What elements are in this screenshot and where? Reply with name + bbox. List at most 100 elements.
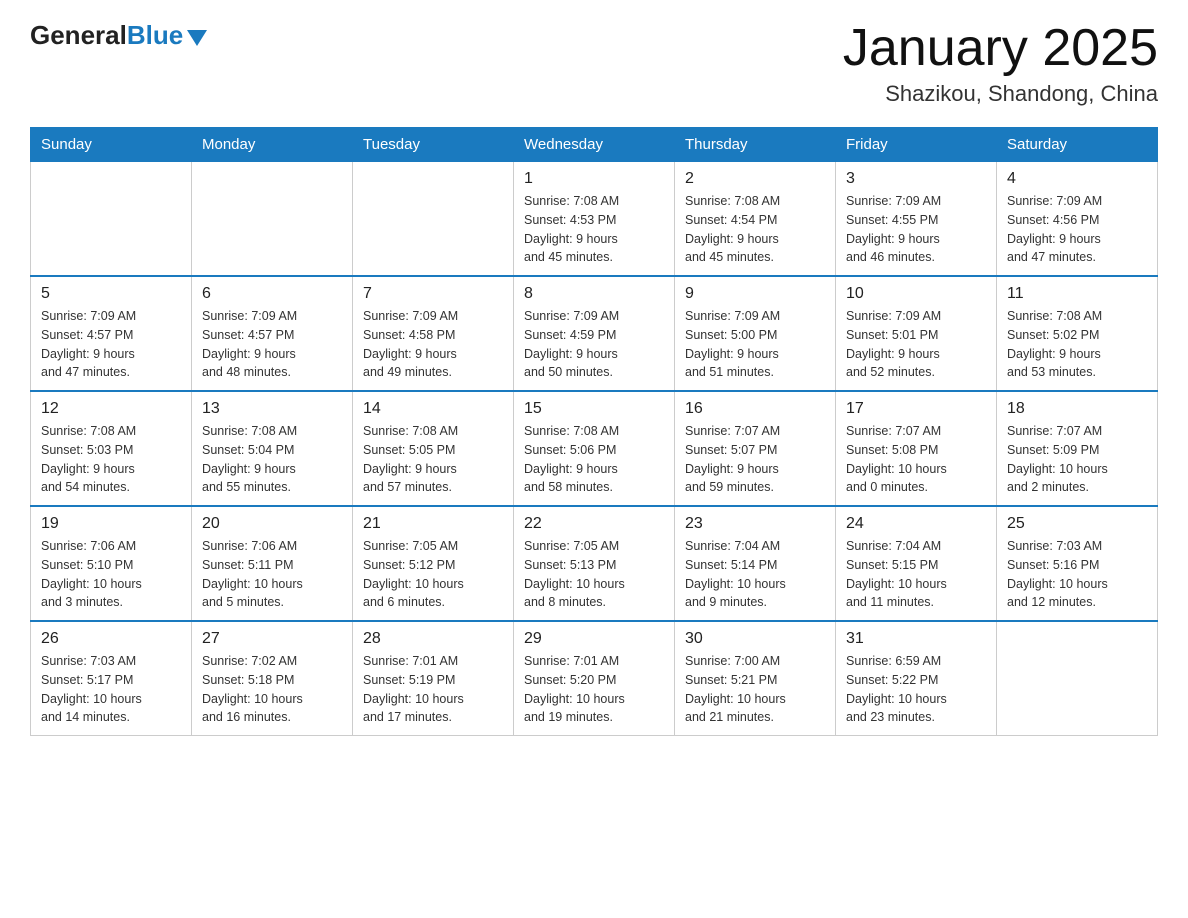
day-number: 25 bbox=[1007, 515, 1147, 533]
day-number: 3 bbox=[846, 170, 986, 188]
calendar-cell: 28 Sunrise: 7:01 AM Sunset: 5:19 PM Dayli… bbox=[353, 621, 514, 736]
day-info: Sunrise: 7:08 AM Sunset: 4:53 PM Dayligh… bbox=[524, 192, 664, 267]
day-number: 9 bbox=[685, 285, 825, 303]
calendar-cell: 30 Sunrise: 7:00 AM Sunset: 5:21 PM Dayli… bbox=[675, 621, 836, 736]
day-number: 22 bbox=[524, 515, 664, 533]
day-info: Sunrise: 7:06 AM Sunset: 5:10 PM Dayligh… bbox=[41, 537, 181, 612]
header-day-saturday: Saturday bbox=[997, 128, 1158, 162]
day-info: Sunrise: 7:04 AM Sunset: 5:14 PM Dayligh… bbox=[685, 537, 825, 612]
day-info: Sunrise: 7:05 AM Sunset: 5:13 PM Dayligh… bbox=[524, 537, 664, 612]
day-number: 13 bbox=[202, 400, 342, 418]
calendar-cell: 1 Sunrise: 7:08 AM Sunset: 4:53 PM Daylig… bbox=[514, 162, 675, 277]
header-day-sunday: Sunday bbox=[31, 128, 192, 162]
day-info: Sunrise: 7:08 AM Sunset: 5:03 PM Dayligh… bbox=[41, 422, 181, 497]
logo-blue-part: Blue bbox=[127, 20, 207, 51]
calendar-cell: 23 Sunrise: 7:04 AM Sunset: 5:14 PM Dayli… bbox=[675, 506, 836, 621]
calendar-table: SundayMondayTuesdayWednesdayThursdayFrid… bbox=[30, 127, 1158, 736]
calendar-cell: 9 Sunrise: 7:09 AM Sunset: 5:00 PM Daylig… bbox=[675, 276, 836, 391]
day-info: Sunrise: 7:09 AM Sunset: 4:55 PM Dayligh… bbox=[846, 192, 986, 267]
calendar-cell: 2 Sunrise: 7:08 AM Sunset: 4:54 PM Daylig… bbox=[675, 162, 836, 277]
calendar-cell: 26 Sunrise: 7:03 AM Sunset: 5:17 PM Dayli… bbox=[31, 621, 192, 736]
day-number: 18 bbox=[1007, 400, 1147, 418]
calendar-cell: 10 Sunrise: 7:09 AM Sunset: 5:01 PM Dayli… bbox=[836, 276, 997, 391]
calendar-cell: 15Sunrise: 7:08 AM Sunset: 5:06 PM Dayli… bbox=[514, 391, 675, 506]
calendar-cell: 20 Sunrise: 7:06 AM Sunset: 5:11 PM Dayli… bbox=[192, 506, 353, 621]
day-info: Sunrise: 7:08 AM Sunset: 5:04 PM Dayligh… bbox=[202, 422, 342, 497]
calendar-cell: 3 Sunrise: 7:09 AM Sunset: 4:55 PM Daylig… bbox=[836, 162, 997, 277]
day-number: 21 bbox=[363, 515, 503, 533]
day-number: 23 bbox=[685, 515, 825, 533]
day-number: 14 bbox=[363, 400, 503, 418]
day-number: 20 bbox=[202, 515, 342, 533]
week-row-2: 5 Sunrise: 7:09 AM Sunset: 4:57 PM Daylig… bbox=[31, 276, 1158, 391]
calendar-cell: 29 Sunrise: 7:01 AM Sunset: 5:20 PM Dayli… bbox=[514, 621, 675, 736]
day-number: 27 bbox=[202, 630, 342, 648]
day-number: 7 bbox=[363, 285, 503, 303]
day-number: 4 bbox=[1007, 170, 1147, 188]
day-info: Sunrise: 7:08 AM Sunset: 5:05 PM Dayligh… bbox=[363, 422, 503, 497]
day-number: 30 bbox=[685, 630, 825, 648]
day-info: Sunrise: 7:01 AM Sunset: 5:19 PM Dayligh… bbox=[363, 652, 503, 727]
day-info: Sunrise: 7:03 AM Sunset: 5:17 PM Dayligh… bbox=[41, 652, 181, 727]
calendar-cell: 8Sunrise: 7:09 AM Sunset: 4:59 PM Daylig… bbox=[514, 276, 675, 391]
logo-triangle-icon bbox=[187, 30, 207, 46]
calendar-cell bbox=[353, 162, 514, 277]
day-info: Sunrise: 7:04 AM Sunset: 5:15 PM Dayligh… bbox=[846, 537, 986, 612]
calendar-cell bbox=[997, 621, 1158, 736]
calendar-cell: 27 Sunrise: 7:02 AM Sunset: 5:18 PM Dayli… bbox=[192, 621, 353, 736]
logo: General Blue bbox=[30, 20, 207, 51]
title-section: January 2025 Shazikou, Shandong, China bbox=[843, 20, 1158, 107]
week-row-3: 12 Sunrise: 7:08 AM Sunset: 5:03 PM Dayli… bbox=[31, 391, 1158, 506]
day-info: Sunrise: 7:09 AM Sunset: 4:56 PM Dayligh… bbox=[1007, 192, 1147, 267]
day-info: Sunrise: 7:06 AM Sunset: 5:11 PM Dayligh… bbox=[202, 537, 342, 612]
day-info: Sunrise: 7:09 AM Sunset: 5:01 PM Dayligh… bbox=[846, 307, 986, 382]
day-info: Sunrise: 7:03 AM Sunset: 5:16 PM Dayligh… bbox=[1007, 537, 1147, 612]
day-number: 29 bbox=[524, 630, 664, 648]
calendar-cell: 16Sunrise: 7:07 AM Sunset: 5:07 PM Dayli… bbox=[675, 391, 836, 506]
logo-blue-text: Blue bbox=[127, 20, 183, 51]
calendar-cell: 31 Sunrise: 6:59 AM Sunset: 5:22 PM Dayli… bbox=[836, 621, 997, 736]
calendar-cell: 11Sunrise: 7:08 AM Sunset: 5:02 PM Dayli… bbox=[997, 276, 1158, 391]
day-info: Sunrise: 7:09 AM Sunset: 5:00 PM Dayligh… bbox=[685, 307, 825, 382]
day-info: Sunrise: 7:09 AM Sunset: 4:57 PM Dayligh… bbox=[202, 307, 342, 382]
day-info: Sunrise: 7:02 AM Sunset: 5:18 PM Dayligh… bbox=[202, 652, 342, 727]
calendar-cell: 13 Sunrise: 7:08 AM Sunset: 5:04 PM Dayli… bbox=[192, 391, 353, 506]
day-info: Sunrise: 7:05 AM Sunset: 5:12 PM Dayligh… bbox=[363, 537, 503, 612]
day-info: Sunrise: 7:07 AM Sunset: 5:08 PM Dayligh… bbox=[846, 422, 986, 497]
day-number: 31 bbox=[846, 630, 986, 648]
calendar-title: January 2025 bbox=[843, 20, 1158, 77]
calendar-cell bbox=[192, 162, 353, 277]
week-row-4: 19 Sunrise: 7:06 AM Sunset: 5:10 PM Dayli… bbox=[31, 506, 1158, 621]
header-day-monday: Monday bbox=[192, 128, 353, 162]
day-info: Sunrise: 7:08 AM Sunset: 5:02 PM Dayligh… bbox=[1007, 307, 1147, 382]
day-info: Sunrise: 7:08 AM Sunset: 4:54 PM Dayligh… bbox=[685, 192, 825, 267]
calendar-cell: 4 Sunrise: 7:09 AM Sunset: 4:56 PM Daylig… bbox=[997, 162, 1158, 277]
calendar-cell: 12 Sunrise: 7:08 AM Sunset: 5:03 PM Dayli… bbox=[31, 391, 192, 506]
header-day-friday: Friday bbox=[836, 128, 997, 162]
calendar-cell: 14 Sunrise: 7:08 AM Sunset: 5:05 PM Dayli… bbox=[353, 391, 514, 506]
day-info: Sunrise: 7:09 AM Sunset: 4:57 PM Dayligh… bbox=[41, 307, 181, 382]
day-number: 28 bbox=[363, 630, 503, 648]
calendar-cell: 17Sunrise: 7:07 AM Sunset: 5:08 PM Dayli… bbox=[836, 391, 997, 506]
calendar-cell: 24Sunrise: 7:04 AM Sunset: 5:15 PM Dayli… bbox=[836, 506, 997, 621]
week-row-1: 1 Sunrise: 7:08 AM Sunset: 4:53 PM Daylig… bbox=[31, 162, 1158, 277]
calendar-cell: 19 Sunrise: 7:06 AM Sunset: 5:10 PM Dayli… bbox=[31, 506, 192, 621]
header-day-thursday: Thursday bbox=[675, 128, 836, 162]
day-info: Sunrise: 7:09 AM Sunset: 4:59 PM Dayligh… bbox=[524, 307, 664, 382]
calendar-cell: 25 Sunrise: 7:03 AM Sunset: 5:16 PM Dayli… bbox=[997, 506, 1158, 621]
day-info: Sunrise: 7:01 AM Sunset: 5:20 PM Dayligh… bbox=[524, 652, 664, 727]
calendar-cell: 6Sunrise: 7:09 AM Sunset: 4:57 PM Daylig… bbox=[192, 276, 353, 391]
calendar-cell: 18Sunrise: 7:07 AM Sunset: 5:09 PM Dayli… bbox=[997, 391, 1158, 506]
header-row: SundayMondayTuesdayWednesdayThursdayFrid… bbox=[31, 128, 1158, 162]
day-number: 12 bbox=[41, 400, 181, 418]
day-number: 26 bbox=[41, 630, 181, 648]
day-number: 10 bbox=[846, 285, 986, 303]
day-info: Sunrise: 7:00 AM Sunset: 5:21 PM Dayligh… bbox=[685, 652, 825, 727]
day-number: 2 bbox=[685, 170, 825, 188]
day-number: 19 bbox=[41, 515, 181, 533]
header-day-tuesday: Tuesday bbox=[353, 128, 514, 162]
day-number: 5 bbox=[41, 285, 181, 303]
day-info: Sunrise: 6:59 AM Sunset: 5:22 PM Dayligh… bbox=[846, 652, 986, 727]
day-number: 1 bbox=[524, 170, 664, 188]
calendar-cell: 7Sunrise: 7:09 AM Sunset: 4:58 PM Daylig… bbox=[353, 276, 514, 391]
